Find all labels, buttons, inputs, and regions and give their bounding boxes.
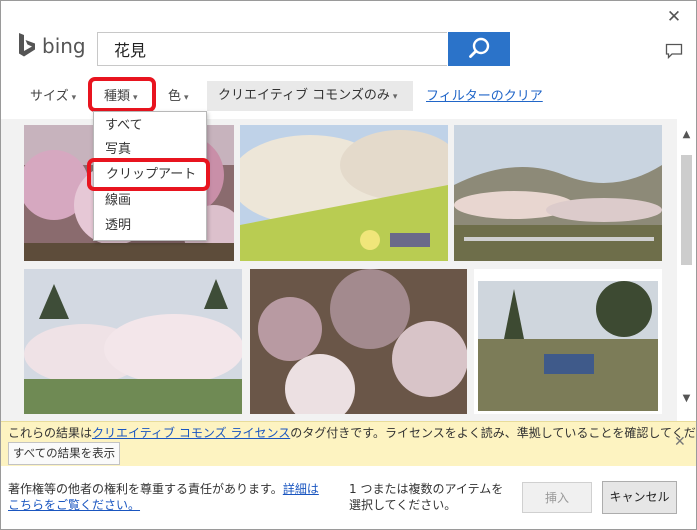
- size-filter-label: サイズ: [30, 89, 69, 104]
- image-result[interactable]: [240, 125, 448, 261]
- image-result[interactable]: [24, 269, 242, 414]
- scroll-down-icon[interactable]: ▼: [677, 393, 696, 407]
- show-all-results-button[interactable]: すべての結果を表示: [8, 442, 120, 465]
- menu-item-all[interactable]: すべて: [105, 116, 143, 136]
- cc-filter-label: クリエイティブ コモンズのみ: [218, 88, 390, 103]
- close-icon[interactable]: ✕: [674, 434, 686, 450]
- result-image: [474, 269, 662, 414]
- menu-item-line-drawing[interactable]: 線画: [105, 191, 131, 211]
- chevron-down-icon: ▾: [392, 92, 398, 102]
- cc-license-link[interactable]: クリエイティブ コモンズ ライセンス: [92, 426, 290, 440]
- search-input[interactable]: [112, 33, 446, 65]
- creative-commons-filter[interactable]: クリエイティブ コモンズのみ ▾: [207, 81, 413, 111]
- copyright-notice: 著作権等の他者の権利を尊重する責任があります。詳細はこちらをご覧ください。: [8, 481, 328, 513]
- insert-online-pictures-dialog: ✕ bing サイズ▾ 種類▾ 色▾ クリエイティブ コモンズのみ▾ フィルター…: [0, 0, 697, 530]
- size-filter[interactable]: サイズ ▾: [30, 85, 76, 109]
- result-image: [24, 269, 242, 414]
- scroll-up-icon[interactable]: ▲: [677, 129, 696, 143]
- cancel-button[interactable]: キャンセル: [602, 481, 677, 514]
- notice-prefix: これらの結果は: [8, 426, 93, 440]
- image-result[interactable]: [454, 125, 662, 261]
- image-result[interactable]: [250, 269, 467, 414]
- clear-filters-link[interactable]: フィルターのクリア: [426, 85, 543, 109]
- selection-hint: 1 つまたは複数のアイテムを選択してください。: [349, 482, 504, 512]
- color-filter-label: 色: [168, 89, 182, 104]
- result-image: [454, 125, 662, 261]
- bing-wordmark: bing: [42, 34, 86, 58]
- license-notice-bar: これらの結果はクリエイティブ コモンズ ライセンスのタグ付きです。ライセンスをよ…: [1, 421, 696, 466]
- chevron-down-icon: ▾: [184, 93, 189, 103]
- copyright-text: 著作権等の他者の権利を尊重する責任があります。: [8, 482, 283, 496]
- speech-bubble-icon[interactable]: [665, 43, 683, 59]
- search-button[interactable]: [448, 32, 510, 66]
- search-icon: [469, 37, 490, 58]
- bing-logo: bing: [17, 31, 86, 61]
- close-icon[interactable]: ✕: [664, 7, 684, 27]
- insert-button[interactable]: 挿入: [522, 482, 592, 513]
- result-image: [240, 125, 448, 261]
- color-filter[interactable]: 色 ▾: [168, 85, 189, 109]
- image-result[interactable]: [474, 269, 662, 414]
- menu-item-photo[interactable]: 写真: [105, 140, 131, 160]
- chevron-down-icon: ▾: [71, 93, 77, 103]
- notice-suffix: のタグ付きです。ライセンスをよく読み、準拠していることを確認してください。: [290, 426, 697, 440]
- bing-b-icon: [19, 33, 35, 57]
- vertical-scrollbar[interactable]: ▲ ▼: [677, 119, 696, 421]
- menu-item-transparent[interactable]: 透明: [105, 216, 131, 236]
- type-filter[interactable]: 種類 ▾: [104, 85, 138, 109]
- chevron-down-icon: ▾: [133, 93, 138, 103]
- result-image: [250, 269, 467, 414]
- search-box[interactable]: [97, 32, 447, 66]
- scrollbar-thumb[interactable]: [681, 155, 692, 265]
- menu-item-clipart[interactable]: クリップアート: [106, 165, 196, 185]
- license-notice-text: これらの結果はクリエイティブ コモンズ ライセンスのタグ付きです。ライセンスをよ…: [8, 424, 697, 441]
- type-filter-label: 種類: [104, 89, 131, 104]
- type-dropdown-menu: すべて 写真 クリップアート 線画 透明: [93, 111, 207, 241]
